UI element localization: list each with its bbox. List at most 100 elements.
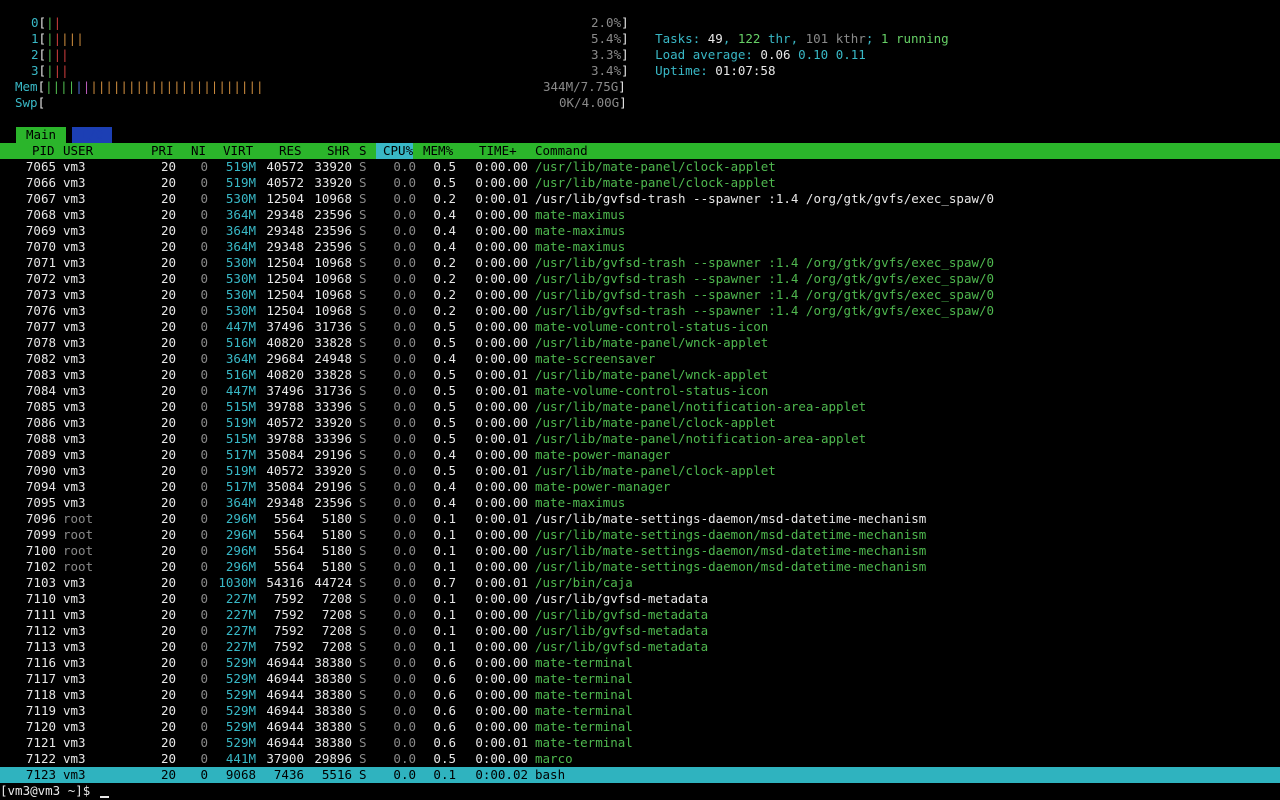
cell-command: mate-screensaver	[535, 351, 656, 366]
process-row[interactable]: 7084 vm3 20 0 447M 37496 31736 S 0.0 0.5 0:00.01 ma…	[0, 383, 1280, 399]
cell-pri: 20	[160, 703, 176, 718]
col-user[interactable]: USER	[63, 143, 93, 159]
process-row[interactable]: 7090 vm3 20 0 519M 40572 33920 S 0.0 0.5 0:00.01/u…	[0, 463, 1280, 479]
process-row[interactable]: 7076 vm3 20 0 530M 12504 10968 S 0.0 0.2 0:00.00/u…	[0, 303, 1280, 319]
process-row[interactable]: 7072 vm3 20 0 530M 12504 10968 S 0.0 0.2 0:00.00/u…	[0, 271, 1280, 287]
process-row[interactable]: 7096 root 20 0 296M 5564 5180 S 0.0 0.1 0:00.01/us…	[0, 511, 1280, 527]
cell-user: vm3	[63, 447, 86, 462]
process-row[interactable]: 7113 vm3 20 0 227M 7592 7208 S 0.0 0.1 0:00.00/usr…	[0, 639, 1280, 655]
col-mem[interactable]: MEM%	[423, 143, 453, 159]
process-row[interactable]: 7082 vm3 20 0 364M 29684 24948 S 0.0 0.4 0:00.00 ma…	[0, 351, 1280, 367]
process-row[interactable]: 7120 vm3 20 0 529M 46944 38380 S 0.0 0.6 0:00.00 ma…	[0, 719, 1280, 735]
process-row[interactable]: 7086 vm3 20 0 519M 40572 33920 S 0.0 0.5 0:00.00/u…	[0, 415, 1280, 431]
col-pri[interactable]: PRI	[151, 143, 174, 159]
cell-virt: 519M	[225, 175, 256, 190]
process-row[interactable]: 7078 vm3 20 0 516M 40820 33828 S 0.0 0.5 0:00.00/u…	[0, 335, 1280, 351]
process-row[interactable]: 7077 vm3 20 0 447M 37496 31736 S 0.0 0.5 0:00.00 ma…	[0, 319, 1280, 335]
col-cpu[interactable]: CPU%	[376, 143, 414, 159]
col-command[interactable]: Command	[535, 143, 588, 159]
col-ni[interactable]: NI	[191, 143, 206, 159]
process-row[interactable]: 7088 vm3 20 0 515M 39788 33396 S 0.0 0.5 0:00.01/u…	[0, 431, 1280, 447]
col-pid[interactable]: PID	[32, 143, 55, 159]
cell-pid: 7078	[25, 335, 56, 350]
process-row[interactable]: 7065 vm3 20 0 519M 40572 33920 S 0.0 0.5 0:00.00/u…	[0, 159, 1280, 175]
cell-ni: 0	[200, 271, 208, 286]
process-row[interactable]: 7122 vm3 20 0 441M 37900 29896 S 0.0 0.5 0:00.00 ma…	[0, 751, 1280, 767]
cell-virt: 516M	[225, 367, 256, 382]
process-row[interactable]: 7083 vm3 20 0 516M 40820 33828 S 0.0 0.5 0:00.01/u…	[0, 367, 1280, 383]
process-row[interactable]: 7070 vm3 20 0 364M 29348 23596 S 0.0 0.4 0:00.00 ma…	[0, 239, 1280, 255]
cell-ni: 0	[200, 671, 208, 686]
cell-mem: 0.1	[433, 767, 456, 782]
cell-cpu: 0.0	[393, 159, 416, 174]
process-row[interactable]: 7069 vm3 20 0 364M 29348 23596 S 0.0 0.4 0:00.00 ma…	[0, 223, 1280, 239]
tab-io[interactable]: I/O	[72, 127, 112, 143]
process-row[interactable]: 7067 vm3 20 0 530M 12504 10968 S 0.0 0.2 0:00.01/u…	[0, 191, 1280, 207]
process-row[interactable]: 7099 root 20 0 296M 5564 5180 S 0.0 0.1 0:00.00/us…	[0, 527, 1280, 543]
process-row[interactable]: 7116 vm3 20 0 529M 46944 38380 S 0.0 0.6 0:00.00 ma…	[0, 655, 1280, 671]
process-row[interactable]: 7112 vm3 20 0 227M 7592 7208 S 0.0 0.1 0:00.00/usr…	[0, 623, 1280, 639]
process-row[interactable]: 7094 vm3 20 0 517M 35084 29196 S 0.0 0.4 0:00.00 ma…	[0, 479, 1280, 495]
cell-cpu: 0.0	[393, 495, 416, 510]
cell-pid: 7072	[25, 271, 56, 286]
process-row[interactable]: 7085 vm3 20 0 515M 39788 33396 S 0.0 0.5 0:00.00/u…	[0, 399, 1280, 415]
process-row[interactable]: 7071 vm3 20 0 530M 12504 10968 S 0.0 0.2 0:00.00/u…	[0, 255, 1280, 271]
cell-virt: 364M	[225, 495, 256, 510]
cell-res: 29348	[266, 495, 304, 510]
process-row[interactable]: 7123 vm3 20 0 9068 7436 5516 S 0.0 0.1 0:00.02 bash	[0, 767, 1280, 783]
process-row[interactable]: 7110 vm3 20 0 227M 7592 7208 S 0.0 0.1 0:00.00/usr…	[0, 591, 1280, 607]
process-row[interactable]: 7089 vm3 20 0 517M 35084 29196 S 0.0 0.4 0:00.00 ma…	[0, 447, 1280, 463]
cell-shr: 10968	[314, 191, 352, 206]
cell-time: 0:00.01	[475, 383, 528, 398]
process-row[interactable]: 7117 vm3 20 0 529M 46944 38380 S 0.0 0.6 0:00.00 ma…	[0, 671, 1280, 687]
cell-shr: 7208	[321, 607, 352, 622]
cell-res: 7592	[273, 639, 304, 654]
col-state[interactable]: S	[359, 143, 367, 159]
cell-user: vm3	[63, 639, 86, 654]
cell-res: 40572	[266, 159, 304, 174]
cell-user: vm3	[63, 431, 86, 446]
cell-time: 0:00.00	[475, 175, 528, 190]
cell-mem: 0.2	[433, 303, 456, 318]
cell-pri: 20	[160, 463, 176, 478]
process-row[interactable]: 7073 vm3 20 0 530M 12504 10968 S 0.0 0.2 0:00.00/u…	[0, 287, 1280, 303]
process-row[interactable]: 7100 root 20 0 296M 5564 5180 S 0.0 0.1 0:00.00/us…	[0, 543, 1280, 559]
cell-time: 0:00.01	[475, 431, 528, 446]
process-row[interactable]: 7119 vm3 20 0 529M 46944 38380 S 0.0 0.6 0:00.00 ma…	[0, 703, 1280, 719]
process-row[interactable]: 7068 vm3 20 0 364M 29348 23596 S 0.0 0.4 0:00.00 ma…	[0, 207, 1280, 223]
cell-shr: 38380	[314, 671, 352, 686]
process-row[interactable]: 7111 vm3 20 0 227M 7592 7208 S 0.0 0.1 0:00.00/usr…	[0, 607, 1280, 623]
cell-pri: 20	[160, 735, 176, 750]
cell-cpu: 0.0	[393, 655, 416, 670]
cell-mem: 0.5	[433, 383, 456, 398]
cell-res: 12504	[266, 271, 304, 286]
cell-mem: 0.4	[433, 351, 456, 366]
process-row[interactable]: 7121 vm3 20 0 529M 46944 38380 S 0.0 0.6 0:00.01 ma…	[0, 735, 1280, 751]
cell-user: vm3	[63, 655, 86, 670]
cell-user: root	[63, 511, 94, 526]
process-row[interactable]: 7103 vm3 20 0 1030M 54316 44724 S 0.0 0.7 0:00.01 /…	[0, 575, 1280, 591]
col-virt[interactable]: VIRT	[223, 143, 253, 159]
cell-time: 0:00.01	[475, 511, 528, 526]
process-row[interactable]: 7102 root 20 0 296M 5564 5180 S 0.0 0.1 0:00.00/us…	[0, 559, 1280, 575]
shell-prompt[interactable]: [vm3@vm3 ~]$	[0, 783, 109, 799]
cell-user: vm3	[63, 159, 86, 174]
col-res[interactable]: RES	[279, 143, 302, 159]
cell-s: S	[359, 319, 367, 334]
col-shr[interactable]: SHR	[327, 143, 350, 159]
cell-user: vm3	[63, 175, 86, 190]
cell-s: S	[359, 431, 367, 446]
cell-s: S	[359, 239, 367, 254]
cell-command: mate-power-manager	[535, 447, 671, 462]
process-row[interactable]: 7095 vm3 20 0 364M 29348 23596 S 0.0 0.4 0:00.00 ma…	[0, 495, 1280, 511]
col-time[interactable]: TIME+	[479, 143, 517, 159]
cell-time: 0:00.01	[475, 463, 528, 478]
cell-virt: 296M	[225, 527, 256, 542]
cpu-label: 3	[31, 63, 39, 78]
process-row[interactable]: 7066 vm3 20 0 519M 40572 33920 S 0.0 0.5 0:00.00/u…	[0, 175, 1280, 191]
cell-command: /usr/lib/mate-settings-daemon/msd-dateti…	[535, 511, 927, 526]
cell-pid: 7084	[25, 383, 56, 398]
tab-main[interactable]: Main	[16, 127, 66, 143]
process-row[interactable]: 7118 vm3 20 0 529M 46944 38380 S 0.0 0.6 0:00.00 ma…	[0, 687, 1280, 703]
cell-shr: 33828	[314, 335, 352, 350]
